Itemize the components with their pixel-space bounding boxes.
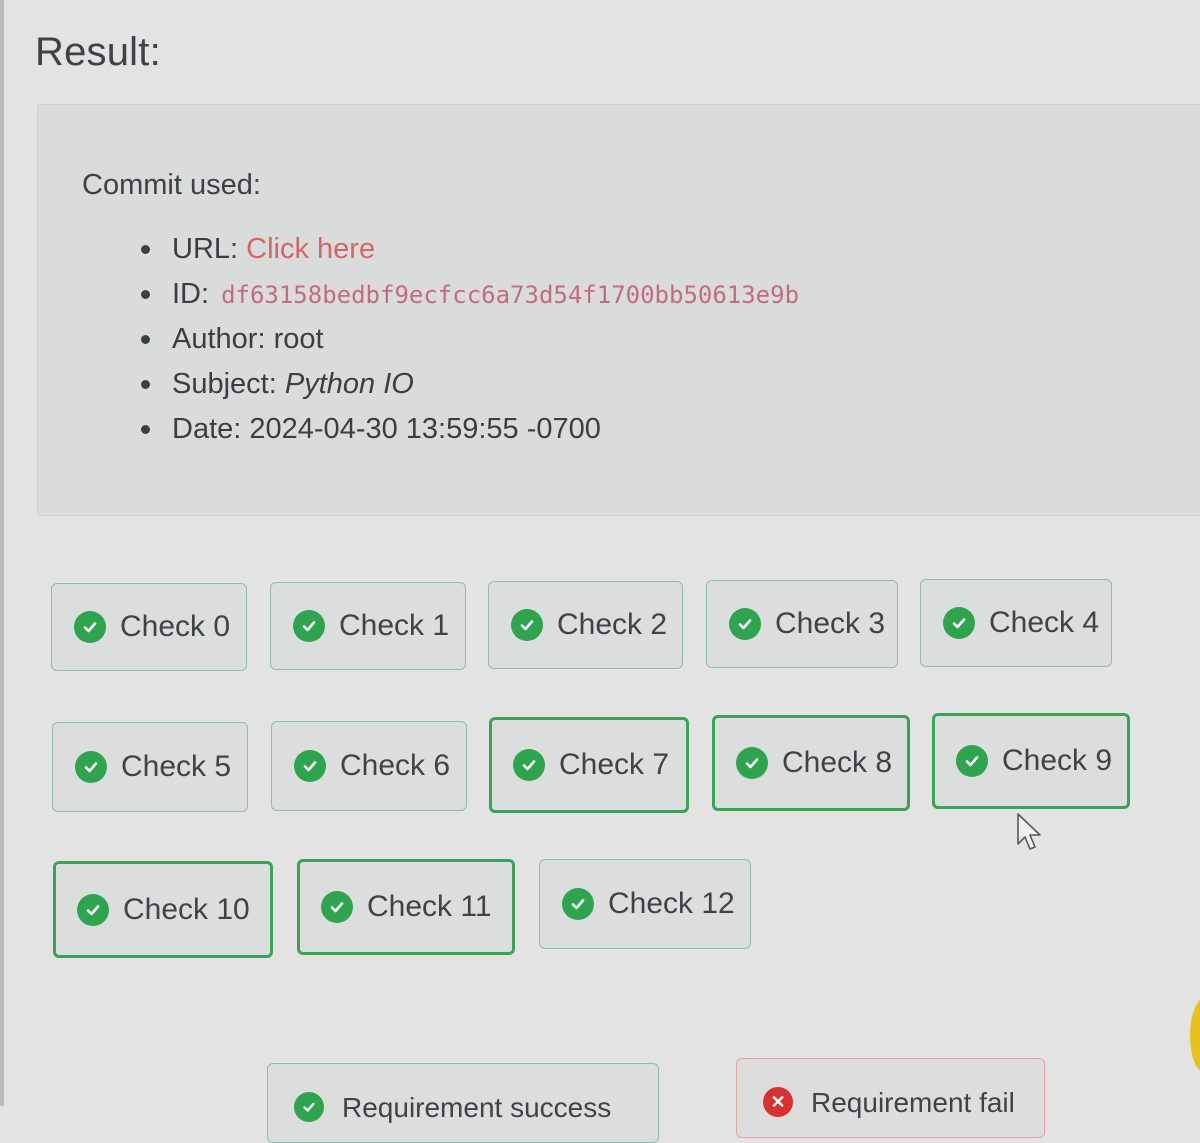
requirement-success-button[interactable]: Requirement success [267,1063,659,1143]
commit-panel: Commit used: URL: Click here ID: df63158b… [37,104,1200,516]
mouse-cursor-icon [1016,812,1046,859]
commit-url-link[interactable]: Click here [246,233,375,265]
check-label: Check 2 [557,608,668,641]
check-label: Check 4 [989,606,1100,639]
check-circle-icon [943,607,975,639]
subject-value: Python IO [284,368,414,400]
check-circle-icon [321,891,353,923]
check-circle-icon [293,610,325,642]
check-label: Check 7 [559,748,670,781]
check-circle-icon [74,611,106,643]
check-button-5[interactable]: Check 5 [52,722,248,812]
check-label: Check 6 [340,749,451,782]
check-circle-icon [562,888,594,920]
requirement-fail-button[interactable]: ✕ Requirement fail [736,1058,1045,1138]
commit-id-item: ID: df63158bedbf9ecfcc6a73d54f1700bb50613… [138,276,799,321]
check-label: Check 3 [775,607,886,640]
check-circle-icon [729,608,761,640]
requirement-label: Requirement success [342,1092,612,1123]
check-label: Check 12 [608,887,735,920]
requirement-label: Requirement fail [811,1087,1015,1118]
commit-heading: Commit used: [82,169,261,201]
commit-id-value: df63158bedbf9ecfcc6a73d54f1700bb50613e9b [221,281,800,309]
check-label: Check 1 [339,609,450,642]
check-circle-icon [956,745,988,777]
check-button-6[interactable]: Check 6 [271,721,467,811]
check-label: Check 11 [367,890,492,923]
page-title: Result: [35,30,161,74]
commit-details-list: URL: Click here ID: df63158bedbf9ecfcc6a7… [138,231,799,456]
check-circle-icon [75,751,107,783]
check-label: Check 0 [120,610,231,643]
check-circle-icon [294,750,326,782]
subject-label: Subject: [172,368,277,400]
check-label: Check 9 [1002,744,1113,777]
url-label: URL: [172,233,239,265]
check-label: Check 8 [782,746,893,779]
check-button-2[interactable]: Check 2 [488,581,683,669]
commit-subject-item: Subject: Python IO [138,366,799,411]
window-left-edge [0,0,4,1106]
author-value: root [273,323,324,355]
check-button-9[interactable]: Check 9 [932,713,1130,809]
check-button-0[interactable]: Check 0 [51,583,247,671]
check-button-3[interactable]: Check 3 [706,580,898,668]
check-label: Check 5 [121,750,232,783]
date-label: Date: [172,413,242,445]
check-button-12[interactable]: Check 12 [539,859,751,949]
check-button-4[interactable]: Check 4 [920,579,1112,667]
check-label: Check 10 [123,892,250,926]
x-circle-icon: ✕ [763,1087,793,1117]
check-button-10[interactable]: Check 10 [53,861,273,958]
id-label: ID: [172,278,210,310]
check-circle-icon [77,893,109,926]
check-button-1[interactable]: Check 1 [270,582,466,670]
yellow-reflection [1190,998,1200,1073]
check-circle-icon [294,1092,324,1122]
check-circle-icon [736,747,768,779]
check-button-7[interactable]: Check 7 [489,717,689,813]
author-label: Author: [172,323,266,355]
date-value: 2024-04-30 13:59:55 -0700 [249,413,601,445]
check-button-8[interactable]: Check 8 [712,715,910,811]
commit-url-item: URL: Click here [138,231,799,276]
check-button-11[interactable]: Check 11 [297,859,515,955]
commit-date-item: Date: 2024-04-30 13:59:55 -0700 [138,411,799,456]
commit-author-item: Author: root [138,321,799,366]
check-circle-icon [513,749,545,781]
check-circle-icon [511,609,543,641]
